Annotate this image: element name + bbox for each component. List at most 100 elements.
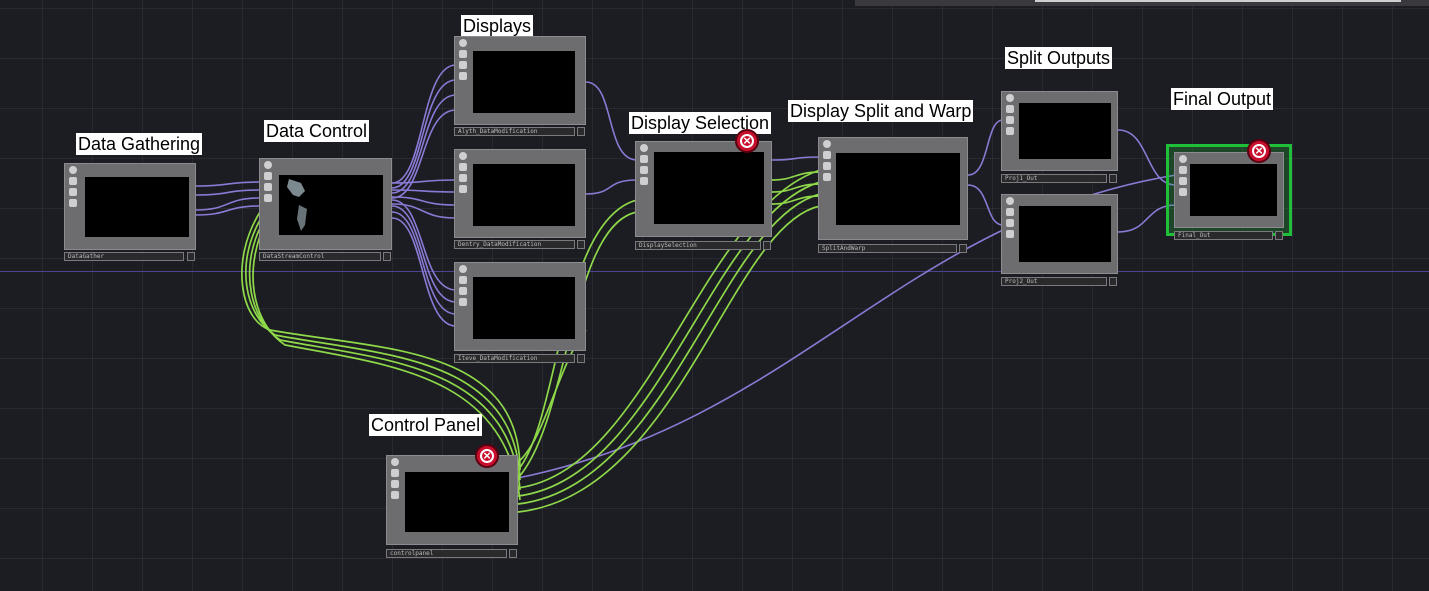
node-name[interactable]: Dentry_DataModification bbox=[454, 240, 575, 249]
node-display-1[interactable] bbox=[454, 36, 586, 125]
edit-icon[interactable] bbox=[459, 276, 467, 284]
bypass-icon[interactable] bbox=[1179, 177, 1187, 185]
edit-icon[interactable] bbox=[1179, 166, 1187, 174]
node-name[interactable]: controlpanel bbox=[386, 549, 507, 558]
node-datagather[interactable] bbox=[64, 163, 196, 250]
edit-icon[interactable] bbox=[823, 151, 831, 159]
node-flag-box[interactable] bbox=[383, 252, 391, 261]
lock-icon[interactable] bbox=[1179, 188, 1187, 196]
edit-icon[interactable] bbox=[391, 469, 399, 477]
node-proj2[interactable] bbox=[1001, 194, 1118, 274]
node-viewer-world-map bbox=[279, 175, 383, 235]
viewer-toggle-icon[interactable] bbox=[459, 152, 467, 160]
node-datastreamcontrol[interactable] bbox=[259, 158, 392, 250]
lock-icon[interactable] bbox=[459, 72, 467, 80]
edit-icon[interactable] bbox=[1006, 105, 1014, 113]
node-name[interactable]: Iteve_DataModification bbox=[454, 354, 575, 363]
node-name[interactable]: DataStreamControl bbox=[259, 252, 381, 261]
node-controlpanel[interactable] bbox=[386, 455, 518, 545]
edit-icon[interactable] bbox=[1006, 208, 1014, 216]
viewer-toggle-icon[interactable] bbox=[823, 140, 831, 148]
lock-icon[interactable] bbox=[1006, 127, 1014, 135]
node-flag-box[interactable] bbox=[1109, 277, 1117, 286]
node-toolbar[interactable] bbox=[638, 144, 650, 234]
node-flag-box[interactable] bbox=[1109, 174, 1117, 183]
node-toolbar[interactable] bbox=[821, 140, 833, 237]
node-proj1[interactable] bbox=[1001, 91, 1118, 171]
bypass-icon[interactable] bbox=[264, 183, 272, 191]
bypass-icon[interactable] bbox=[459, 287, 467, 295]
node-displayselection[interactable] bbox=[635, 141, 772, 237]
bypass-icon[interactable] bbox=[459, 174, 467, 182]
viewer-toggle-icon[interactable] bbox=[264, 161, 272, 169]
bypass-icon[interactable] bbox=[69, 188, 77, 196]
node-viewer bbox=[473, 51, 575, 113]
node-final-out[interactable] bbox=[1166, 144, 1292, 236]
node-flag-box[interactable] bbox=[577, 354, 585, 363]
node-name[interactable]: Proj1_Out bbox=[1001, 174, 1107, 183]
node-toolbar[interactable] bbox=[262, 161, 274, 247]
bypass-icon[interactable] bbox=[391, 480, 399, 488]
bypass-icon[interactable] bbox=[459, 61, 467, 69]
node-display-2-namebar-wrap: Dentry_DataModification bbox=[454, 240, 586, 251]
node-viewer bbox=[473, 164, 575, 226]
viewer-toggle-icon[interactable] bbox=[391, 458, 399, 466]
edit-icon[interactable] bbox=[459, 50, 467, 58]
node-name[interactable]: Proj2_Out bbox=[1001, 277, 1107, 286]
node-name[interactable]: Alyth_DataModification bbox=[454, 127, 575, 136]
node-toolbar[interactable] bbox=[457, 265, 469, 348]
viewer-toggle-icon[interactable] bbox=[1179, 155, 1187, 163]
node-toolbar[interactable] bbox=[457, 152, 469, 235]
edit-icon[interactable] bbox=[459, 163, 467, 171]
label-data-control: Data Control bbox=[264, 120, 370, 142]
viewer-toggle-icon[interactable] bbox=[1006, 197, 1014, 205]
lock-icon[interactable] bbox=[391, 491, 399, 499]
error-x-icon[interactable]: × bbox=[735, 129, 759, 153]
node-flag-box[interactable] bbox=[509, 549, 517, 558]
edit-icon[interactable] bbox=[264, 172, 272, 180]
node-flag-box[interactable] bbox=[187, 252, 195, 261]
node-displayselection-namebar-wrap: DisplaySelection bbox=[635, 241, 772, 252]
bypass-icon[interactable] bbox=[1006, 116, 1014, 124]
viewer-toggle-icon[interactable] bbox=[640, 144, 648, 152]
node-flag-box[interactable] bbox=[577, 127, 585, 136]
node-display-3[interactable] bbox=[454, 262, 586, 351]
viewer-toggle-icon[interactable] bbox=[69, 166, 77, 174]
node-controlpanel-namebar-wrap: controlpanel bbox=[386, 549, 518, 560]
edit-icon[interactable] bbox=[640, 155, 648, 163]
viewer-toggle-icon[interactable] bbox=[459, 265, 467, 273]
node-display-2[interactable] bbox=[454, 149, 586, 238]
node-flag-box[interactable] bbox=[763, 241, 771, 250]
node-toolbar[interactable] bbox=[389, 458, 401, 542]
node-splitandwarp-namebar-wrap: SplitAndWarp bbox=[818, 244, 968, 255]
bypass-icon[interactable] bbox=[823, 162, 831, 170]
lock-icon[interactable] bbox=[1006, 230, 1014, 238]
error-x-icon[interactable]: × bbox=[1247, 139, 1271, 163]
node-name[interactable]: Final_Out bbox=[1174, 231, 1273, 240]
node-toolbar[interactable] bbox=[67, 166, 79, 247]
lock-icon[interactable] bbox=[459, 298, 467, 306]
node-flag-box[interactable] bbox=[959, 244, 967, 253]
bypass-icon[interactable] bbox=[1006, 219, 1014, 227]
lock-icon[interactable] bbox=[640, 177, 648, 185]
bypass-icon[interactable] bbox=[640, 166, 648, 174]
node-name[interactable]: DataGather bbox=[64, 252, 184, 261]
node-toolbar[interactable] bbox=[1004, 197, 1016, 271]
error-x-icon[interactable]: × bbox=[475, 444, 499, 468]
node-flag-box[interactable] bbox=[1275, 231, 1283, 240]
node-splitandwarp[interactable] bbox=[818, 137, 968, 240]
lock-icon[interactable] bbox=[264, 194, 272, 202]
viewer-toggle-icon[interactable] bbox=[1006, 94, 1014, 102]
node-name[interactable]: SplitAndWarp bbox=[818, 244, 957, 253]
lock-icon[interactable] bbox=[459, 185, 467, 193]
node-toolbar[interactable] bbox=[1004, 94, 1016, 168]
node-name[interactable]: DisplaySelection bbox=[635, 241, 761, 250]
viewer-toggle-icon[interactable] bbox=[459, 39, 467, 47]
lock-icon[interactable] bbox=[823, 173, 831, 181]
node-toolbar[interactable] bbox=[457, 39, 469, 122]
node-toolbar[interactable] bbox=[1177, 155, 1189, 225]
lock-icon[interactable] bbox=[69, 199, 77, 207]
node-flag-box[interactable] bbox=[577, 240, 585, 249]
node-viewer bbox=[1190, 164, 1277, 216]
edit-icon[interactable] bbox=[69, 177, 77, 185]
